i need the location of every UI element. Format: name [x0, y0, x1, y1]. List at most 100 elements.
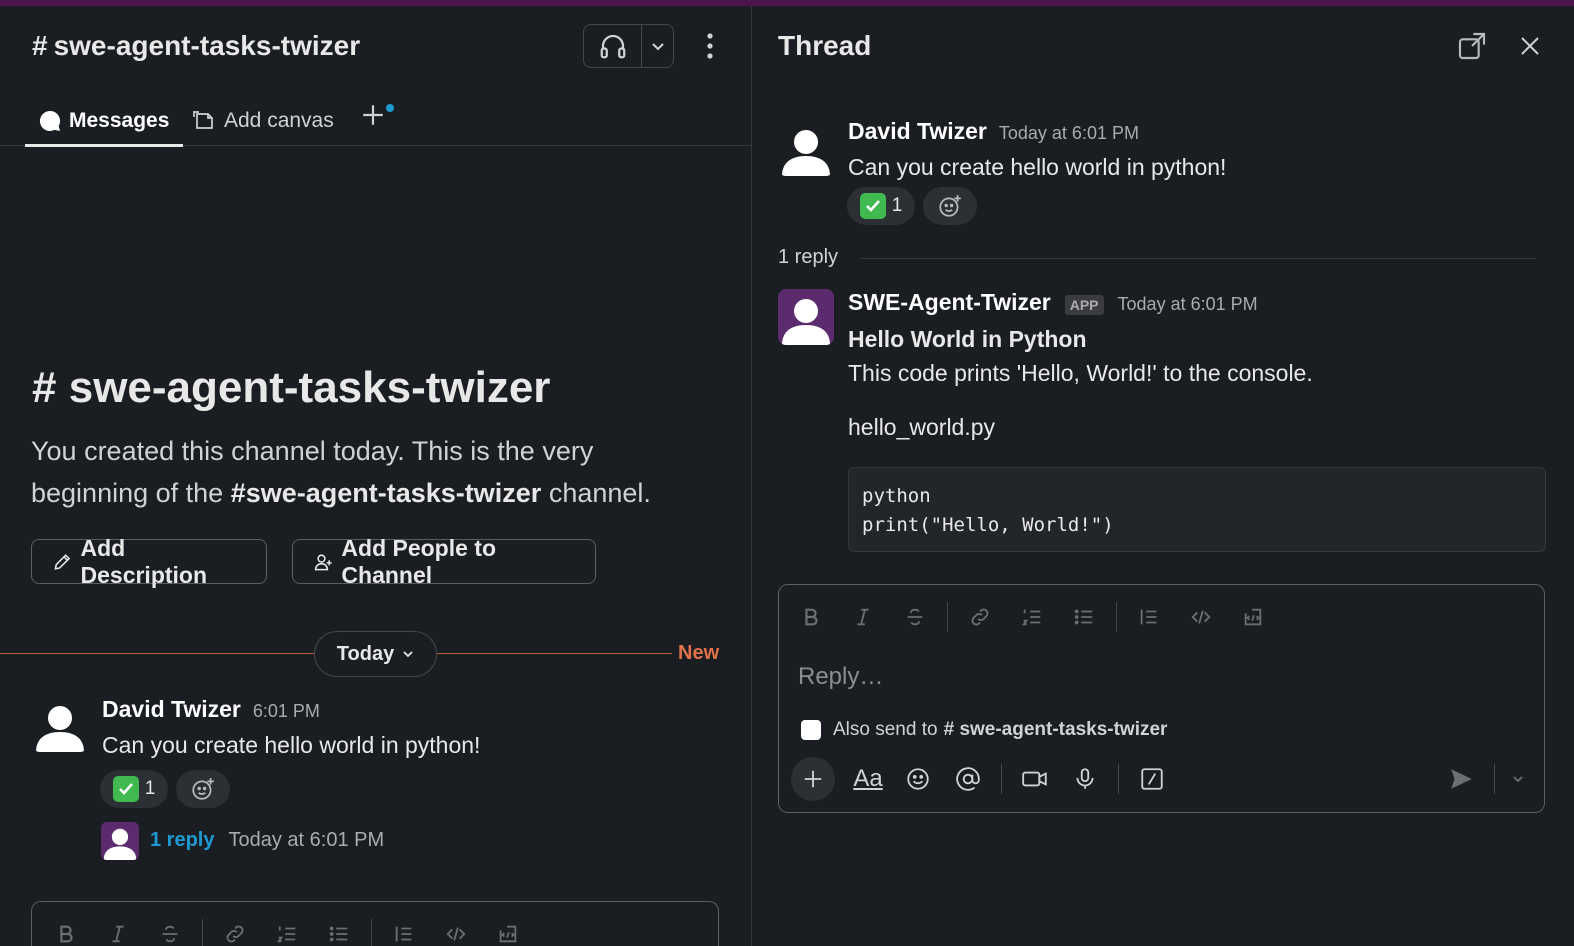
channel-intro-text: You created this channel today. This is …	[31, 430, 721, 514]
thread-title: Thread	[778, 30, 872, 61]
link-button[interactable]	[209, 914, 261, 946]
huddle-button[interactable]	[584, 25, 642, 67]
emoji-icon	[907, 768, 929, 790]
format-toolbar	[785, 597, 1279, 637]
toolbar-separator	[1116, 602, 1117, 632]
also-send-option[interactable]: Also send to # swe-agent-tasks-twizer	[801, 719, 1167, 741]
reply-input[interactable]: Reply…	[798, 663, 883, 691]
hash-icon: #	[32, 363, 57, 412]
bold-button[interactable]	[40, 914, 92, 946]
more-actions-button[interactable]	[697, 30, 723, 62]
video-clip-button[interactable]	[1010, 757, 1060, 801]
user-avatar-icon	[103, 828, 137, 860]
canvas-icon	[193, 111, 213, 129]
close-icon	[1521, 37, 1539, 55]
code-button[interactable]	[430, 914, 482, 946]
message-header: David Twizer 6:01 PM	[102, 696, 320, 723]
bot-avatar[interactable]	[778, 289, 834, 345]
also-send-checkbox[interactable]	[801, 720, 821, 740]
slash-command-button[interactable]	[1127, 757, 1177, 801]
ordered-list-button[interactable]	[261, 914, 313, 946]
intro-line-2-prefix: beginning of the	[31, 478, 224, 508]
at-sign-icon	[956, 767, 980, 791]
add-tab-plus-icon[interactable]	[360, 102, 386, 128]
add-emoji-icon	[192, 778, 214, 800]
format-label: Aa	[853, 765, 883, 792]
strikethrough-button[interactable]	[144, 914, 196, 946]
reaction-check[interactable]: 1	[847, 187, 915, 225]
intro-line-2-suffix: channel.	[548, 478, 651, 508]
add-reaction-button[interactable]	[923, 187, 977, 225]
emoji-button[interactable]	[893, 757, 943, 801]
blockquote-button[interactable]	[1123, 597, 1175, 637]
date-jump-button[interactable]: Today	[314, 631, 437, 677]
link-button[interactable]	[954, 597, 1006, 637]
bullet-list-button[interactable]	[1058, 597, 1110, 637]
intro-line-2: beginning of the #swe-agent-tasks-twizer…	[31, 472, 721, 514]
intro-line-1: You created this channel today. This is …	[31, 436, 594, 466]
bold-button[interactable]	[785, 597, 837, 637]
chevron-down-icon	[403, 651, 413, 658]
pencil-icon	[54, 553, 71, 570]
new-label: New	[678, 642, 720, 664]
message-composer[interactable]	[31, 901, 719, 946]
code-block: python print("Hello, World!")	[848, 467, 1546, 552]
plus-icon	[804, 770, 822, 788]
reply-count: 1 reply	[778, 246, 839, 268]
link-icon	[226, 925, 244, 943]
composer-actions: Aa	[791, 755, 1533, 803]
toolbar-separator	[947, 602, 948, 632]
message-author[interactable]: David Twizer	[102, 696, 241, 723]
message-author[interactable]: David Twizer	[848, 118, 987, 145]
tab-add-canvas[interactable]: Add canvas	[192, 96, 334, 146]
mention-button[interactable]	[943, 757, 993, 801]
audio-clip-button[interactable]	[1060, 757, 1110, 801]
attach-button[interactable]	[791, 757, 835, 801]
add-reaction-button[interactable]	[176, 770, 230, 808]
toolbar-separator	[371, 919, 372, 946]
reaction-check[interactable]: 1	[100, 770, 168, 808]
message-time[interactable]: Today at 6:01 PM	[999, 123, 1139, 144]
message-bubble-icon	[39, 110, 61, 131]
reply-count-link[interactable]: 1 reply	[150, 829, 214, 852]
open-in-new-window-button[interactable]	[1454, 28, 1490, 64]
close-thread-button[interactable]	[1512, 28, 1548, 64]
send-options-button[interactable]	[1503, 757, 1533, 801]
blockquote-button[interactable]	[378, 914, 430, 946]
user-avatar-icon	[36, 706, 84, 752]
avatar[interactable]	[778, 120, 834, 176]
tab-messages[interactable]: Messages	[24, 96, 184, 147]
add-people-button[interactable]: Add People to Channel	[292, 535, 596, 588]
avatar[interactable]	[32, 696, 88, 752]
code-block-button[interactable]	[1227, 597, 1279, 637]
channel-intro-title: # swe-agent-tasks-twizer	[32, 363, 550, 413]
huddle-options-button[interactable]	[642, 38, 673, 54]
toolbar-separator	[1001, 764, 1002, 794]
code-button[interactable]	[1175, 597, 1227, 637]
slash-command-icon	[1141, 768, 1163, 790]
thread-parent-header: David Twizer Today at 6:01 PM	[848, 118, 1139, 145]
ordered-list-button[interactable]	[1006, 597, 1058, 637]
strikethrough-button[interactable]	[889, 597, 941, 637]
channel-mention[interactable]: swe-agent-tasks-twizer	[246, 478, 542, 508]
send-button[interactable]	[1436, 757, 1486, 801]
bullet-list-button[interactable]	[313, 914, 365, 946]
add-description-button[interactable]: Add Description	[31, 535, 267, 588]
also-send-channel: swe-agent-tasks-twizer	[959, 719, 1168, 740]
message-author[interactable]: SWE-Agent-Twizer	[848, 289, 1051, 316]
microphone-icon	[1076, 768, 1094, 789]
reply-avatar	[101, 822, 139, 860]
message-time[interactable]: 6:01 PM	[253, 701, 320, 722]
blockquote-icon	[395, 926, 412, 942]
message-time[interactable]: Today at 6:01 PM	[1118, 294, 1258, 315]
video-camera-icon	[1022, 771, 1047, 787]
italic-button[interactable]	[92, 914, 144, 946]
channel-header[interactable]: # swe-agent-tasks-twizer	[32, 30, 360, 62]
hash-icon: #	[32, 30, 48, 61]
thread-reply-summary: 1 reply Today at 6:01 PM	[150, 829, 384, 852]
reply-text: This code prints 'Hello, World!' to the …	[848, 360, 1313, 386]
italic-button[interactable]	[837, 597, 889, 637]
formatting-toggle-button[interactable]: Aa	[843, 757, 893, 801]
code-block-button[interactable]	[482, 914, 534, 946]
add-emoji-icon	[939, 195, 961, 217]
